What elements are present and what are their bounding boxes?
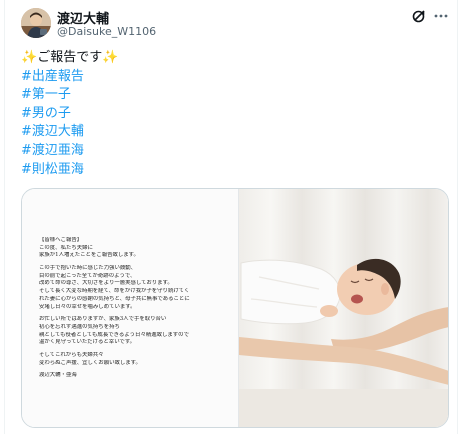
headline-line: ✨ご報告です✨ xyxy=(21,49,118,68)
sparkles-icon: ✨ xyxy=(102,50,119,65)
letter-line: 初心を忘れず邁進の気持ちを持ち xyxy=(39,323,120,330)
profile-avatar-image xyxy=(21,8,51,38)
letter-line: 家族が1人増えたことをご報告致します。 xyxy=(39,252,139,259)
headline-text: ご報告です xyxy=(37,50,103,65)
letter-line: 変わらぬご声援、宜しくお願い致します。 xyxy=(39,359,141,366)
letter-line: 安堵し日々の幸せを噛みしめています。 xyxy=(39,303,136,310)
tweet-card: 渡辺大輔 @Daisuke_W1106 ✨ご報告です✨ #出産報告 #第一子 #… xyxy=(4,0,458,434)
user-handle[interactable]: @Daisuke_W1106 xyxy=(57,25,156,38)
hashtag-link[interactable]: #渡辺大輔 xyxy=(21,124,84,139)
media-grid: 【皆様へご報告】 この度、私たち夫婦に 家族が1人増えたことをご報告致します。 … xyxy=(21,188,449,428)
grok-button[interactable] xyxy=(409,6,429,26)
sparkles-icon: ✨ xyxy=(21,50,38,65)
letter-line: この手で抱いた時に感じた力強い鼓動、 xyxy=(39,265,137,272)
hashtag-link[interactable]: #則松亜海 xyxy=(21,162,84,177)
letter-line: 改めて命の尊さ、大切さをより一層実感しております。 xyxy=(39,280,173,287)
letter-line: 【皆様へご報告】 xyxy=(39,237,83,243)
letter-signature: 渡辺大輔・亜海 xyxy=(39,372,77,379)
letter-line: この度、私たち夫婦に xyxy=(39,244,93,251)
grok-icon xyxy=(412,10,425,23)
letter-line: れた妻に心からの感謝の気持ちと、母子共に無事であることに xyxy=(39,295,190,302)
hashtag-link[interactable]: #渡辺亜海 xyxy=(21,143,84,158)
letter-line: 目の前で起こった全てが奇跡のようで、 xyxy=(39,272,136,279)
avatar[interactable] xyxy=(21,8,51,38)
letter-line: そしてこれからも夫婦共々 xyxy=(39,351,104,358)
letter-line: 温かく見守っていただけると幸いです。 xyxy=(39,339,136,346)
hashtag-link[interactable]: #男の子 xyxy=(21,106,71,121)
letter-line: そして長く大変な時期を経て、命をかけ我が子を守り続けてく xyxy=(39,288,190,295)
announcement-letter-image[interactable]: 【皆様へご報告】 この度、私たち夫婦に 家族が1人増えたことをご報告致します。 … xyxy=(22,189,238,427)
newborn-photo-image xyxy=(239,189,448,427)
hashtag-link[interactable]: #第一子 xyxy=(21,87,71,102)
more-options-icon xyxy=(434,14,448,18)
hashtag-link[interactable]: #出産報告 xyxy=(21,69,84,84)
letter-line: 親としても役者としても成長できるよう日々精進致しますので xyxy=(39,331,189,338)
letter-text: 【皆様へご報告】 この度、私たち夫婦に 家族が1人増えたことをご報告致します。 … xyxy=(39,237,234,380)
newborn-photo[interactable] xyxy=(238,189,448,427)
letter-line: お忙しい所ではありますが、家族3人で手を取り合い xyxy=(39,316,167,323)
more-options-button[interactable] xyxy=(431,6,451,26)
tweet-text: ✨ご報告です✨ #出産報告 #第一子 #男の子 #渡辺大輔 #渡辺亜海 #則松亜… xyxy=(21,49,118,179)
